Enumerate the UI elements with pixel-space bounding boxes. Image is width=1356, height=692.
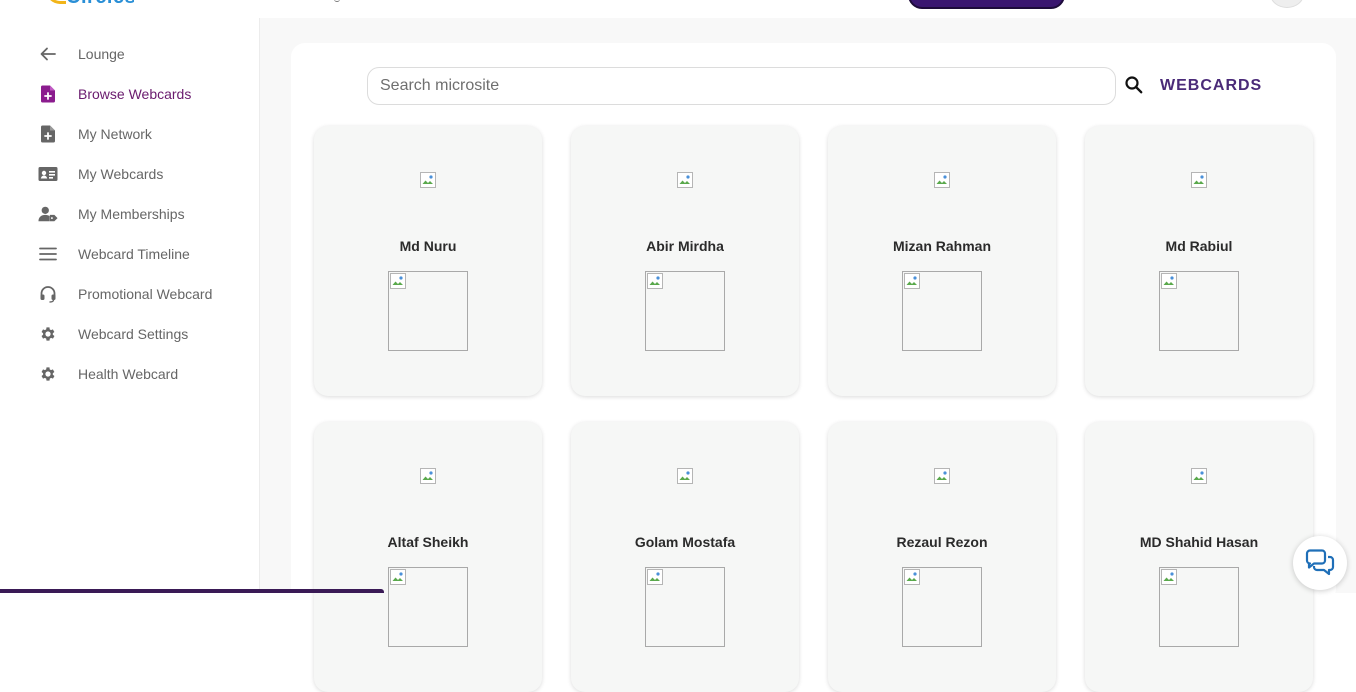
chat-bubbles-icon: [1305, 549, 1335, 576]
sidebar-item-label: Webcard Settings: [78, 326, 189, 342]
qr-code-image: [902, 567, 982, 647]
card-name: Altaf Sheikh: [387, 534, 469, 550]
sidebar-item-browse-webcards[interactable]: Browse Webcards: [38, 82, 191, 106]
broken-image-icon: [420, 468, 436, 484]
card-name: Rezaul Rezon: [896, 534, 988, 550]
avatar[interactable]: [1270, 0, 1304, 8]
gear-icon: [38, 324, 58, 344]
webcard-card[interactable]: Rezaul Rezon: [828, 422, 1056, 692]
sidebar: Lounge Browse Webcards My Network My Web…: [0, 18, 260, 593]
broken-image-icon: [390, 569, 406, 585]
qr-code-image: [388, 271, 468, 351]
broken-image-icon: [904, 273, 920, 289]
logo-text: Circles: [66, 0, 134, 9]
sidebar-item-label: My Network: [78, 126, 152, 142]
card-name: Md Nuru: [399, 238, 457, 254]
sidebar-item-label: My Memberships: [78, 206, 185, 222]
broken-image-icon: [677, 468, 693, 484]
webcard-card[interactable]: Abir Mirdha: [571, 126, 799, 396]
sidebar-item-my-webcards[interactable]: My Webcards: [38, 162, 163, 186]
sidebar-item-label: My Webcards: [78, 166, 164, 182]
id-card-icon: [38, 164, 58, 184]
user-tag-icon: [38, 204, 58, 224]
broken-image-icon: [904, 569, 920, 585]
chat-button[interactable]: [1293, 536, 1347, 590]
chevron-down-icon[interactable]: [334, 0, 340, 2]
broken-image-icon: [677, 172, 693, 188]
broken-image-icon: [934, 172, 950, 188]
broken-image-icon: [647, 569, 663, 585]
arrow-left-icon: [38, 44, 58, 64]
logo-swoosh-icon: [46, 0, 66, 4]
webcards-panel: WEBCARDS Md Nuru Abir Mirdha Mizan Rahma…: [291, 43, 1336, 692]
broken-image-icon: [1191, 172, 1207, 188]
qr-code-image: [1159, 567, 1239, 647]
webcard-card[interactable]: MD Shahid Hasan: [1085, 422, 1313, 692]
card-name: Golam Mostafa: [634, 534, 736, 550]
webcard-card[interactable]: Altaf Sheikh: [314, 422, 542, 692]
sidebar-item-webcard-settings[interactable]: Webcard Settings: [38, 322, 188, 346]
menu-lines-icon: [38, 244, 58, 264]
webcard-card[interactable]: Mizan Rahman: [828, 126, 1056, 396]
sidebar-item-my-network[interactable]: My Network: [38, 122, 152, 146]
qr-code-image: [388, 567, 468, 647]
card-name: Mizan Rahman: [892, 238, 991, 254]
qr-code-image: [1159, 271, 1239, 351]
sidebar-item-label: Promotional Webcard: [78, 286, 213, 302]
sidebar-item-health-webcard[interactable]: Health Webcard: [38, 362, 178, 386]
headset-icon: [38, 284, 58, 304]
webcard-card[interactable]: Golam Mostafa: [571, 422, 799, 692]
broken-image-icon: [647, 273, 663, 289]
sidebar-item-my-memberships[interactable]: My Memberships: [38, 202, 185, 226]
qr-code-image: [902, 271, 982, 351]
sidebar-item-lounge[interactable]: Lounge: [38, 42, 125, 66]
broken-image-icon: [1191, 468, 1207, 484]
file-plus-icon: [38, 124, 58, 144]
broken-image-icon: [1161, 569, 1177, 585]
file-plus-icon: [38, 84, 58, 104]
brand-logo[interactable]: Circles: [44, 0, 134, 10]
bottom-progress-bar: [0, 589, 384, 593]
webcards-link[interactable]: WEBCARDS: [1160, 77, 1262, 95]
card-name: Md Rabiul: [1165, 238, 1233, 254]
qr-code-image: [645, 271, 725, 351]
broken-image-icon: [1161, 273, 1177, 289]
search-input[interactable]: [367, 67, 1116, 105]
sidebar-item-promotional-webcard[interactable]: Promotional Webcard: [38, 282, 212, 306]
broken-image-icon: [420, 172, 436, 188]
sidebar-item-label: Lounge: [78, 46, 125, 62]
qr-code-image: [645, 567, 725, 647]
card-name: Abir Mirdha: [646, 238, 724, 254]
gear-icon: [38, 364, 58, 384]
main-content: WEBCARDS Md Nuru Abir Mirdha Mizan Rahma…: [260, 18, 1356, 692]
webcard-card[interactable]: Md Nuru: [314, 126, 542, 396]
broken-image-icon: [390, 273, 406, 289]
sidebar-item-webcard-timeline[interactable]: Webcard Timeline: [38, 242, 190, 266]
sidebar-item-label: Webcard Timeline: [78, 246, 190, 262]
webcard-card[interactable]: Md Rabiul: [1085, 126, 1313, 396]
broken-image-icon: [934, 468, 950, 484]
top-action-button[interactable]: [908, 0, 1065, 9]
search-icon[interactable]: [1124, 75, 1146, 97]
card-name: MD Shahid Hasan: [1139, 534, 1259, 550]
sidebar-item-label: Browse Webcards: [78, 86, 192, 102]
top-bar: Circles: [0, 0, 1356, 18]
sidebar-item-label: Health Webcard: [78, 366, 179, 382]
